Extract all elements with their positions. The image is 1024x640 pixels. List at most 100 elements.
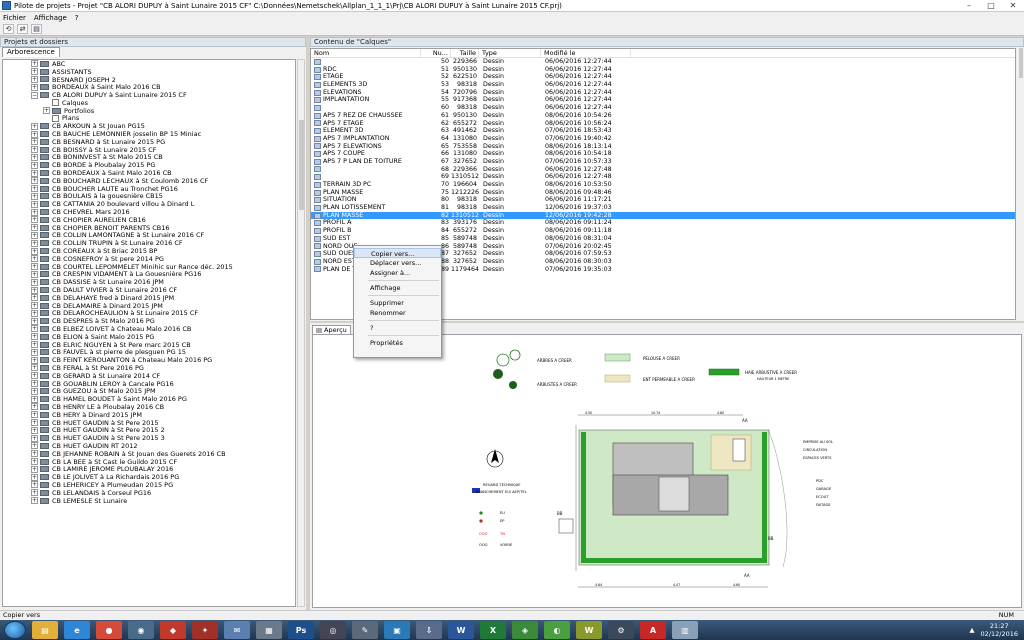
maximize-button[interactable]: □ xyxy=(980,0,1002,12)
tree-item[interactable]: + CB DASSISE à St Lunaire 2016 JPM xyxy=(3,278,295,286)
tab-arborescence[interactable]: Arborescence xyxy=(2,47,60,57)
expand-icon[interactable]: + xyxy=(31,200,38,208)
tree-item[interactable]: − CB ALORI DUPUY à Saint Lunaire 2015 CF xyxy=(3,91,295,99)
tools-icon[interactable]: ⚙ xyxy=(608,621,634,639)
tree-item[interactable]: + CB CHOPIER AURELIEN CB16 xyxy=(3,216,295,224)
expand-icon[interactable]: + xyxy=(31,434,38,442)
tree-item[interactable]: + CB GOUABLIN LEROY à Cancale PG16 xyxy=(3,380,295,388)
column-header-number[interactable]: Nu... xyxy=(421,49,451,57)
file-row[interactable]: 50 229366 Dessin 06/06/2016 12:27:44 xyxy=(311,58,1015,66)
menu-affichage[interactable]: Affichage xyxy=(34,14,67,22)
expand-icon[interactable]: + xyxy=(31,231,38,239)
download-icon[interactable]: ⇩ xyxy=(416,621,442,639)
expand-icon[interactable]: + xyxy=(31,325,38,333)
file-row[interactable]: APS 7 ELEVATIONS 65 753558 Dessin 08/06/2016… xyxy=(311,143,1015,151)
tree-item[interactable]: + CB ARKOUN à St Jouan PG15 xyxy=(3,122,295,130)
expand-icon[interactable]: + xyxy=(31,208,38,216)
tree-item[interactable]: + CB HUET GAUDIN à St Pere 2015 2 xyxy=(3,426,295,434)
expand-icon[interactable]: + xyxy=(31,247,38,255)
tree-item[interactable]: + ASSISTANTS xyxy=(3,68,295,76)
tree-item[interactable]: + CB COREAUX à St Briac 2015 BP xyxy=(3,247,295,255)
expand-icon[interactable]: + xyxy=(31,473,38,481)
green-app-icon[interactable]: ◐ xyxy=(544,621,570,639)
tree-item[interactable]: Plans xyxy=(3,114,295,122)
expand-icon[interactable]: + xyxy=(31,122,38,130)
expand-icon[interactable]: + xyxy=(31,450,38,458)
tab-apercu[interactable]: Aperçu xyxy=(312,325,351,334)
project-tree[interactable]: + ABC + ASSISTANTS + BESNARD JOSEPH 2 + BORDEAU… xyxy=(2,59,296,607)
tree-item[interactable]: + CB DESPRES à St Malo 2016 PG xyxy=(3,317,295,325)
tree-scrollbar[interactable] xyxy=(297,59,305,607)
expand-icon[interactable]: + xyxy=(31,419,38,427)
tray-arrow-icon[interactable]: ▲ xyxy=(970,626,975,634)
column-header-name[interactable]: Nom xyxy=(311,49,421,57)
menu-help[interactable]: ? xyxy=(75,14,79,22)
tree-item[interactable]: + CB DELAMAIRE à Dinard 2015 JPM xyxy=(3,302,295,310)
expand-icon[interactable]: + xyxy=(31,177,38,185)
tree-item[interactable]: + CB BOISSY à St Lunaire 2015 CF xyxy=(3,146,295,154)
tree-item[interactable]: + CB ELBEZ LOIVET à Chateau Malo 2016 CB xyxy=(3,325,295,333)
tree-item[interactable]: + CB FERAL à St Pere 2016 PG xyxy=(3,364,295,372)
refresh-icon[interactable]: ⟲ xyxy=(3,24,14,34)
context-menu-properties[interactable]: Propriétés xyxy=(354,338,441,348)
word-icon[interactable]: W xyxy=(448,621,474,639)
tree-item[interactable]: + CB DELAHAYE fred à Dinard 2015 JPM xyxy=(3,294,295,302)
expand-icon[interactable]: + xyxy=(31,270,38,278)
properties-icon[interactable]: ▤ xyxy=(31,24,42,34)
tree-item[interactable]: + CB BORDE à Ploubalay 2015 PG xyxy=(3,161,295,169)
file-row[interactable]: APS 7 ETAGE 62 655272 Dessin 08/06/2016 10:5… xyxy=(311,120,1015,128)
tree-item[interactable]: + CB LE JOLIVET à La Richardais 2016 PG xyxy=(3,473,295,481)
map-app-icon[interactable]: ◈ xyxy=(512,621,538,639)
expand-icon[interactable]: + xyxy=(31,224,38,232)
expand-icon[interactable]: + xyxy=(31,465,38,473)
expand-icon[interactable]: + xyxy=(31,75,38,83)
tree-item[interactable]: + CB LAMIRE JEROME PLOUBALAY 2016 xyxy=(3,465,295,473)
expand-icon[interactable]: + xyxy=(31,302,38,310)
tree-item[interactable]: + CB HENRY LE à Ploubalay 2016 CB xyxy=(3,403,295,411)
tree-item[interactable]: + CB FAUVEL à st pierre de plesguen PG 15 xyxy=(3,348,295,356)
context-menu-move[interactable]: Déplacer vers... xyxy=(354,258,441,268)
expand-icon[interactable]: + xyxy=(31,380,38,388)
tree-item[interactable]: + CB JEHANNE ROBAIN à St Jouan des Gueret… xyxy=(3,450,295,458)
file-row[interactable]: ELEMENT 3D 63 491462 Dessin 07/06/2016 18:53… xyxy=(311,127,1015,135)
menu-fichier[interactable]: Fichier xyxy=(3,14,26,22)
tree-item[interactable]: + CB HAMEL BOUDET à Saint Malo 2016 PG xyxy=(3,395,295,403)
close-button[interactable]: ✕ xyxy=(1002,0,1024,12)
file-row[interactable]: RDC 51 950130 Dessin 06/06/2016 12:27:44 xyxy=(311,66,1015,74)
tree-item[interactable]: + CB COLLIN LAMONTAGNE à St Lunaire 2016 … xyxy=(3,231,295,239)
expand-icon[interactable]: + xyxy=(31,60,38,68)
tree-item[interactable]: + ABC xyxy=(3,60,295,68)
acrobat-icon[interactable]: A xyxy=(640,621,666,639)
mail-icon[interactable]: ✉ xyxy=(224,621,250,639)
context-menu-delete[interactable]: Supprimer xyxy=(354,298,441,308)
clock[interactable]: 21:27 02/12/2016 xyxy=(981,622,1018,638)
tree-item[interactable]: + CB CATTANIA 20 boulevard villou à Dinar… xyxy=(3,200,295,208)
tree-item[interactable]: + CB CRESPIN VIDAMENT à La Gouesnière PG1… xyxy=(3,270,295,278)
file-row[interactable]: ELEVATIONS 54 720796 Dessin 06/06/2016 12:27… xyxy=(311,89,1015,97)
expand-icon[interactable]: + xyxy=(31,372,38,380)
context-menu-copy[interactable]: Copier vers... xyxy=(354,248,441,258)
tree-item[interactable]: + CB ELRIC NGUYEN à St Pere marc 2015 CB xyxy=(3,341,295,349)
expand-icon[interactable]: + xyxy=(43,107,50,115)
tree-item[interactable]: + CB DAULT VIVIER à St Lunaire 2016 CF xyxy=(3,286,295,294)
column-header-size[interactable]: Taille xyxy=(451,49,479,57)
file-row[interactable]: IMPLANTATION 55 917368 Dessin 06/06/2016 12:… xyxy=(311,96,1015,104)
tree-item[interactable]: + CB GERARD à St Lunaire 2014 CF xyxy=(3,372,295,380)
tree-item[interactable]: + CB HERY à Dinard 2015 JPM xyxy=(3,411,295,419)
expand-icon[interactable]: + xyxy=(31,333,38,341)
tree-item[interactable]: + CB BAUCHE LEMONNIER josselin BP 15 Mini… xyxy=(3,130,295,138)
expand-icon[interactable]: + xyxy=(31,497,38,505)
file-row[interactable]: SITUATION 80 98318 Dessin 06/06/2016 11:17:2… xyxy=(311,196,1015,204)
tree-item[interactable]: + CB BOUCHARD LECHAUX à St Coulomb 2016 C… xyxy=(3,177,295,185)
file-row[interactable]: PLAN LOTISSEMENT 81 98318 Dessin 12/06/2016 … xyxy=(311,204,1015,212)
expand-icon[interactable]: + xyxy=(31,153,38,161)
circle-app-icon[interactable]: ◎ xyxy=(320,621,346,639)
tree-item[interactable]: + CB LEMESLE St Lunaire xyxy=(3,497,295,505)
expand-icon[interactable]: + xyxy=(31,309,38,317)
collapse-icon[interactable]: − xyxy=(31,91,38,99)
photos-icon[interactable]: ▣ xyxy=(384,621,410,639)
expand-icon[interactable]: + xyxy=(31,426,38,434)
tree-item[interactable]: + CB BONINVEST à St Malo 2015 CB xyxy=(3,153,295,161)
file-row[interactable]: 69 1310512 Dessin 06/06/2016 12:27:48 xyxy=(311,173,1015,181)
expand-icon[interactable]: + xyxy=(31,403,38,411)
